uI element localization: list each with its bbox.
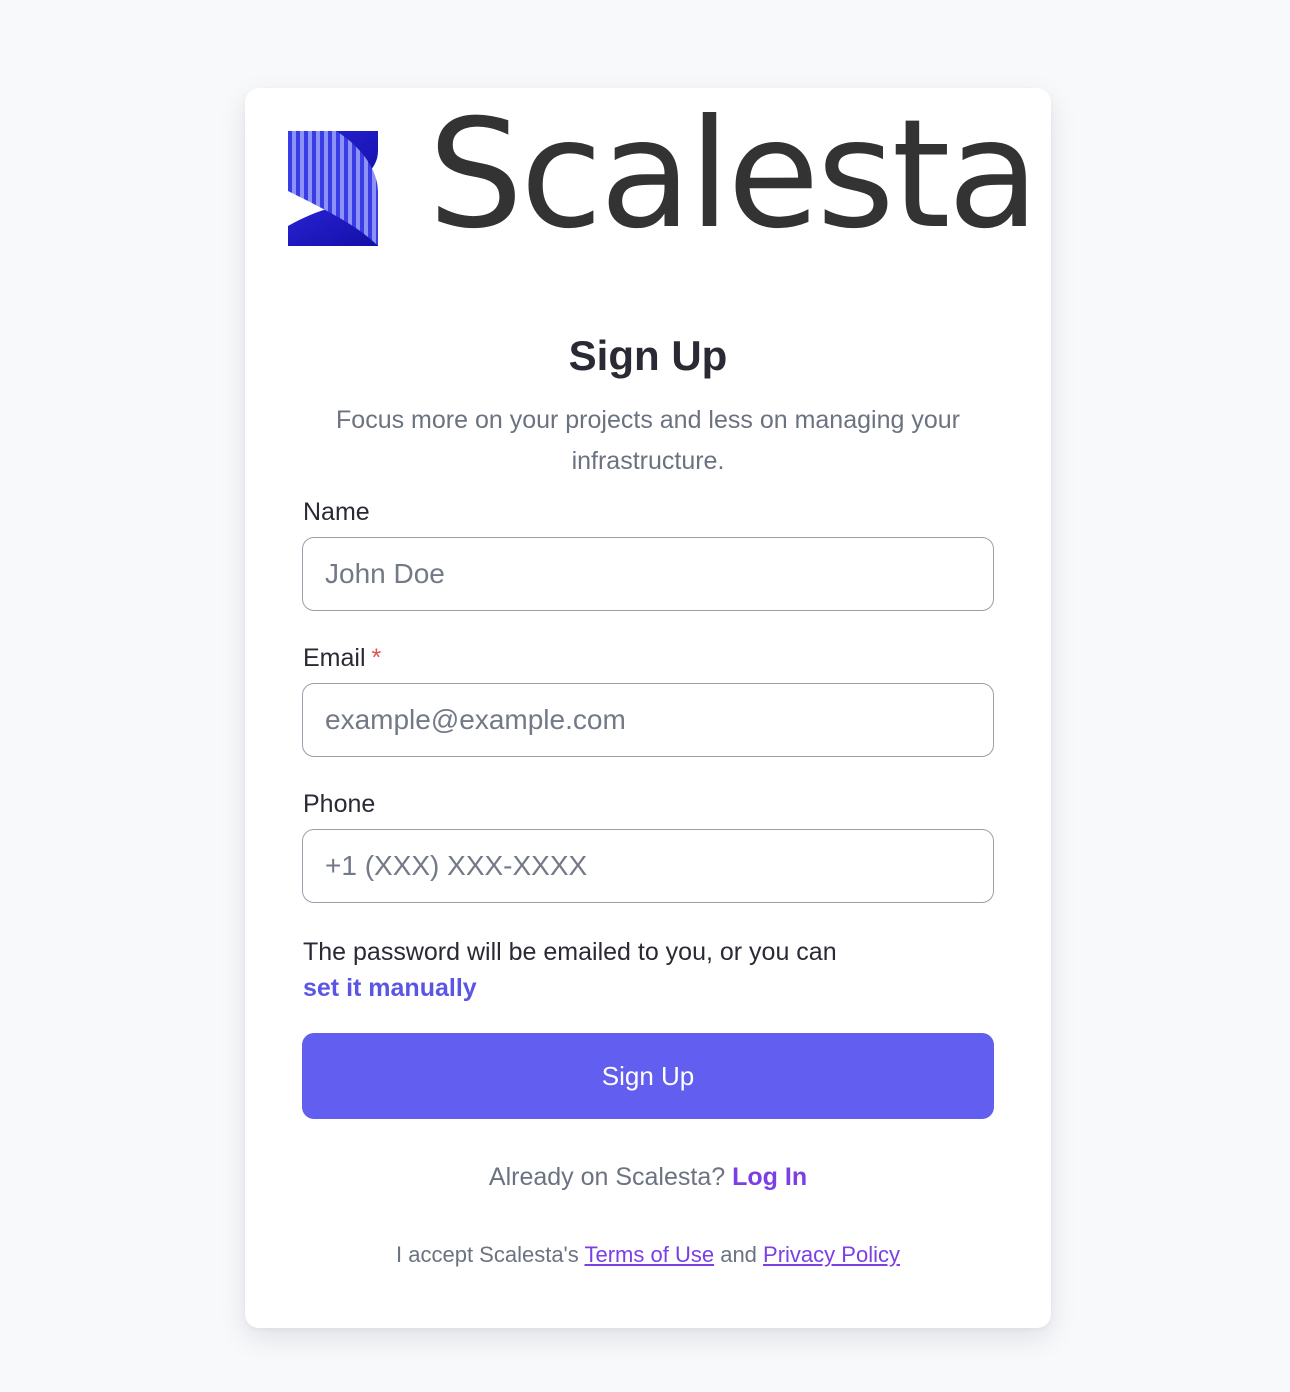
- phone-input[interactable]: [302, 829, 994, 903]
- password-note: The password will be emailed to you, or …: [303, 934, 993, 1006]
- name-input[interactable]: [302, 537, 994, 611]
- login-prompt-text: Already on Scalesta?: [488, 1163, 726, 1191]
- terms-of-use-link[interactable]: Terms of Use: [584, 1242, 714, 1267]
- page-subtitle: Focus more on your projects and less on …: [336, 406, 960, 475]
- privacy-policy-link[interactable]: Privacy Policy: [763, 1242, 900, 1267]
- sign-up-button[interactable]: Sign Up: [302, 1033, 994, 1119]
- terms-conjunction: and: [720, 1242, 757, 1267]
- name-label-text: Name: [303, 498, 370, 526]
- password-note-text: The password will be emailed to you, or …: [303, 938, 837, 966]
- set-password-manually-link[interactable]: set it manually: [303, 974, 477, 1002]
- phone-label-text: Phone: [303, 790, 376, 818]
- phone-label: Phone: [303, 790, 375, 819]
- brand-wordmark: Scalesta: [428, 88, 1039, 262]
- login-prompt: Already on Scalesta? Log In: [245, 1163, 1051, 1192]
- name-label: Name: [303, 498, 370, 527]
- signup-card: Scalesta Sign Up Focus more on your proj…: [245, 88, 1051, 1328]
- email-label: Email *: [303, 644, 381, 673]
- terms-notice: I accept Scalesta's Terms of Use and Pri…: [245, 1242, 1051, 1268]
- scalesta-s-logo-icon: [288, 131, 378, 246]
- terms-prefix: I accept Scalesta's: [396, 1242, 579, 1267]
- brand-logo[interactable]: Scalesta: [288, 100, 1039, 250]
- email-input[interactable]: [302, 683, 994, 757]
- email-label-text: Email: [303, 644, 366, 672]
- page-title: Sign Up: [568, 332, 728, 379]
- required-marker: *: [371, 644, 382, 672]
- log-in-link[interactable]: Log In: [732, 1163, 807, 1191]
